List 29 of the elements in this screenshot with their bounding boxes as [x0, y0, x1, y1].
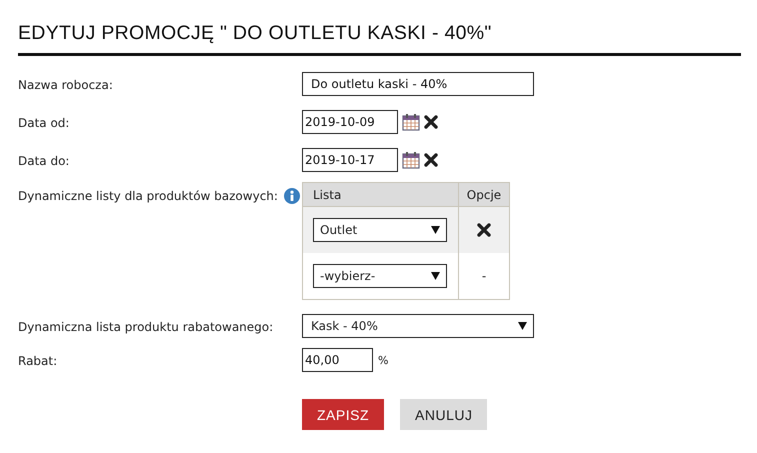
- column-header: Lista: [302, 182, 458, 206]
- column-header: Opcje: [458, 182, 510, 206]
- discount-field[interactable]: 40,00: [302, 348, 373, 372]
- field-label: Data do:: [18, 154, 70, 168]
- clear-icon[interactable]: [424, 115, 438, 129]
- name-field[interactable]: Do outletu kaski - 40%: [302, 72, 534, 96]
- save-button[interactable]: ZAPISZ: [302, 399, 384, 430]
- field-label: Dynamiczna lista produktu rabatowanego:: [18, 320, 274, 334]
- field-label: Rabat:: [18, 354, 58, 368]
- list-select[interactable]: -wybierz-: [313, 264, 447, 288]
- calendar-icon[interactable]: [402, 113, 420, 131]
- date-field[interactable]: 2019-10-17: [302, 148, 398, 172]
- calendar-icon[interactable]: [402, 151, 420, 169]
- remove-icon[interactable]: [477, 223, 491, 237]
- info-icon[interactable]: [284, 188, 300, 204]
- date-field[interactable]: 2019-10-09: [302, 110, 398, 134]
- option-cell: -: [482, 269, 486, 283]
- page-title: EDYTUJ PROMOCJĘ " DO OUTLETU KASKI - 40%": [18, 22, 492, 45]
- caret-icon[interactable]: [431, 272, 440, 280]
- caret-icon[interactable]: [518, 322, 527, 330]
- cancel-button[interactable]: ANULUJ: [400, 399, 488, 430]
- clear-icon[interactable]: [424, 153, 438, 167]
- unit-label: %: [377, 354, 388, 366]
- discount-list-select[interactable]: Kask - 40%: [302, 314, 534, 338]
- caret-icon[interactable]: [431, 226, 440, 234]
- list-select[interactable]: Outlet: [313, 218, 447, 242]
- field-label: Nazwa robocza:: [18, 78, 113, 92]
- field-label: Dynamiczne listy dla produktów bazowych:: [18, 189, 278, 203]
- field-label: Data od:: [18, 116, 70, 130]
